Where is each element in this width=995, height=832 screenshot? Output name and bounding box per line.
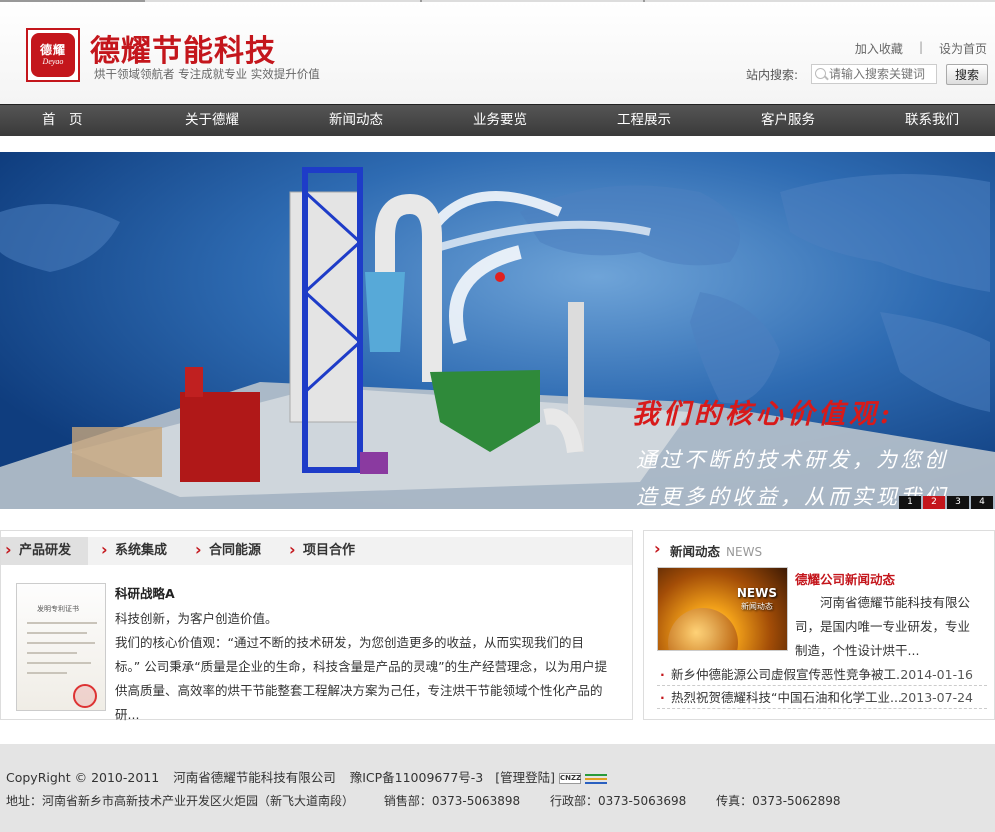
hero-banner[interactable]: 我们的核心价值观: 通过不断的技术研发，为您创造更多的收益，从而实现我们的目标。… [0,152,995,509]
cnzz-stripe [584,777,607,780]
certificate-line [27,632,87,634]
globe-icon [668,608,738,650]
certificate-line [27,662,91,664]
logo-text-zh: 德耀 [39,43,66,57]
search-button[interactable]: 搜索 [946,64,988,85]
nav-business[interactable]: 业务要览 [473,105,527,136]
admin-phone: 行政部：0373-5063698 [550,794,687,808]
news-thumbnail[interactable]: NEWS 新闻动态 [657,567,788,651]
site-footer: CopyRight © 2010-2011 河南省德耀节能科技有限公司 豫ICP… [0,744,995,832]
pager-2[interactable]: 2 [923,496,945,509]
tab-rnd[interactable]: 产品研发 [1,536,88,565]
link-separator: | [918,40,923,54]
brand-name: 德耀节能科技 [90,34,276,69]
news-heading[interactable]: 新闻动态 NEWS [654,539,763,560]
logo[interactable]: 德耀 Deyao [26,28,80,82]
sales-phone: 销售部：0373-5063898 [383,794,521,808]
search-input[interactable] [811,64,937,84]
nav-service[interactable]: 客户服务 [761,105,815,136]
certificate-line [27,672,67,674]
nav-projects[interactable]: 工程展示 [617,105,671,136]
certificate-title: 发明专利证书 [37,605,79,613]
news-thumbnail-label: NEWS 新闻动态 [737,586,777,614]
patent-certificate-image[interactable]: 发明专利证书 [16,583,106,711]
pager-1[interactable]: 1 [899,496,921,509]
logo-text-en: Deyao [42,57,64,66]
news-item-title[interactable]: 新乡仲德能源公司虚假宣传恶性竞争被工... [671,663,909,686]
footer-line-1: CopyRight © 2010-2011 河南省德耀节能科技有限公司 豫ICP… [6,767,617,786]
cnzz-stripe [584,781,607,784]
article-line: 供高质量、高效率的烘干节能整套工程解决方案为己任，专注烘干节能领域个性化产品的研… [115,683,603,722]
news-item[interactable]: 热烈祝贺德耀科技“中国石油和化学工业... 2013-07-24 [657,686,987,709]
nav-news[interactable]: 新闻动态 [329,105,383,136]
news-panel: 新闻动态 NEWS NEWS 新闻动态 德耀公司新闻动态 河南省德耀节能科技有限公… [643,530,995,720]
site-header: 德耀 Deyao 德耀节能科技 烘干领域领航者 专注成就专业 实效提升价值 加入… [0,2,995,104]
banner-pager: 1 2 3 4 [899,496,993,509]
news-heading-en: NEWS [726,545,763,559]
set-homepage-link[interactable]: 设为首页 [939,40,987,57]
top-links: 加入收藏 | 设为首页 [855,40,987,57]
address-text: 地址：河南省新乡市高新技术产业开发区火炬园（新飞大道南段） [6,794,355,808]
article-line: 我们的核心价值观：“通过不断的技术研发，为您创造更多的收益，从而实现我们的目 [115,635,584,650]
fax-number: 传真：0373-5062898 [716,794,841,808]
news-thumbnail-subtitle: 新闻动态 [740,602,773,611]
article-title[interactable]: 科研战略A [115,583,175,602]
icp-link[interactable]: 豫ICP备11009677号-3 [350,770,484,785]
article-line: 科技创新，为客户创造价值。 [115,611,278,626]
news-list: 新乡仲德能源公司虚假宣传恶性竞争被工... 2014-01-16 热烈祝贺德耀科… [657,663,987,709]
featured-news-title[interactable]: 德耀公司新闻动态 [795,569,895,588]
product-tabs: 产品研发 系统集成 合同能源 项目合作 [1,536,632,565]
certificate-line [27,622,97,624]
tab-energy[interactable]: 合同能源 [191,536,261,565]
admin-login-link[interactable]: [管理登陆] [495,770,555,785]
certificate-line [27,642,95,644]
article-body: 科技创新，为客户创造价值。 我们的核心价值观：“通过不断的技术研发，为您创造更多… [115,607,615,727]
footer-line-2: 地址：河南省新乡市高新技术产业开发区火炬园（新飞大道南段） 销售部：0373-5… [6,792,866,809]
news-item-date: 2013-07-24 [900,690,973,705]
news-item-date: 2014-01-16 [900,667,973,682]
tab-cooperation[interactable]: 项目合作 [285,536,355,565]
news-item[interactable]: 新乡仲德能源公司虚假宣传恶性竞争被工... 2014-01-16 [657,663,987,686]
nav-about[interactable]: 关于德耀 [185,105,239,136]
article-line: 标。” 公司秉承“质量是企业的生命，科技含量是产品的灵魂”的生产经营理念，以为用… [115,659,608,674]
logo-mark: 德耀 Deyao [31,33,75,77]
banner-title: 我们的核心价值观: [632,399,894,430]
featured-news-body: 河南省德耀节能科技有限公司，是国内唯一专业研发，专业制造，个性设计烘干... [795,595,971,658]
company-name: 河南省德耀节能科技有限公司 [173,770,336,785]
pager-4[interactable]: 4 [971,496,993,509]
main-nav: 首 页 关于德耀 新闻动态 业务要览 工程展示 客户服务 联系我们 [0,104,995,136]
certificate-line [27,652,77,654]
brand-slogan: 烘干领域领航者 专注成就专业 实效提升价值 [94,67,320,81]
nav-home[interactable]: 首 页 [42,105,83,136]
news-thumbnail-title: NEWS [736,586,777,600]
news-item-title[interactable]: 热烈祝贺德耀科技“中国石油和化学工业... [671,686,909,709]
copyright-text: CopyRight © 2010-2011 [6,770,160,785]
cnzz-label: CNZZ [558,772,582,784]
search-label: 站内搜索: [746,68,799,82]
search-icon [815,68,826,79]
cnzz-stripe [584,773,607,776]
tab-integration[interactable]: 系统集成 [97,536,167,565]
add-favorite-link[interactable]: 加入收藏 [855,40,903,57]
nav-contact[interactable]: 联系我们 [905,105,959,136]
seal-icon [73,684,97,708]
products-panel: 产品研发 系统集成 合同能源 项目合作 发明专利证书 科研战略A 科技创新，为客… [0,530,633,722]
news-heading-text: 新闻动态 [670,544,721,559]
cnzz-stats-icon[interactable]: CNZZ [558,772,607,785]
pager-3[interactable]: 3 [947,496,969,509]
